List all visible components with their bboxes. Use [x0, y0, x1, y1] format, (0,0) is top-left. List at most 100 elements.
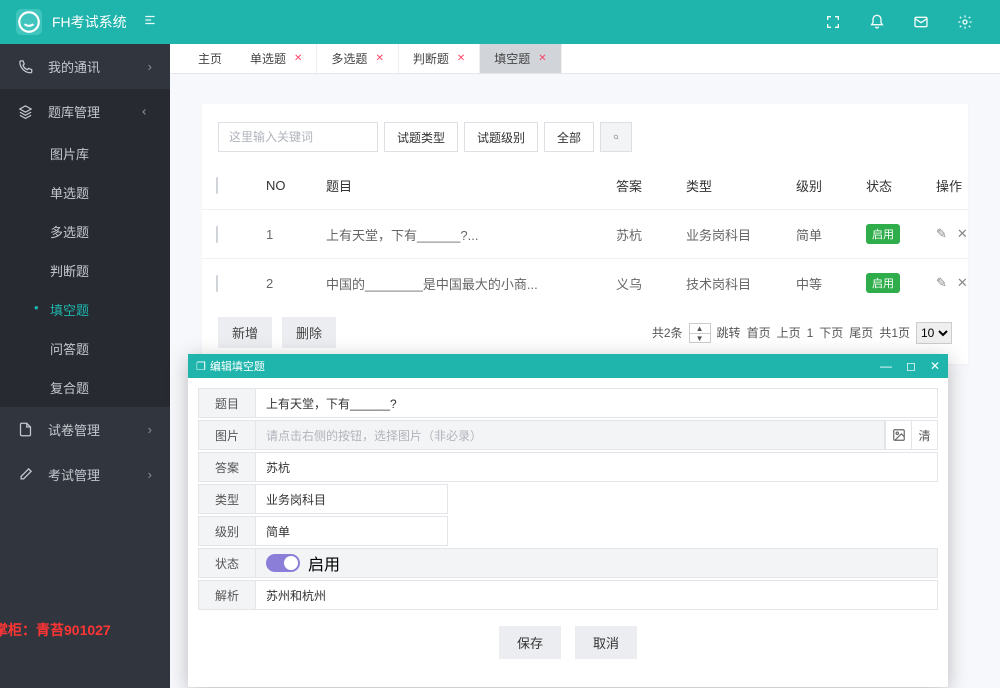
file-icon: [18, 422, 36, 437]
tab-home[interactable]: 主页: [184, 44, 236, 73]
col-level: 级别: [796, 176, 866, 195]
clear-image-button[interactable]: 清: [911, 421, 937, 449]
edit-icon[interactable]: ✎: [936, 226, 947, 242]
sidebar-item-label: 我的通讯: [48, 57, 100, 76]
cell-answer: 义乌: [616, 274, 686, 293]
field-answer[interactable]: 苏杭: [256, 452, 938, 482]
table-row: 1 上有天堂，下有______?... 苏杭 业务岗科目 简单 启用 ✎✕: [202, 209, 968, 258]
close-icon[interactable]: ✕: [375, 53, 383, 64]
modal-body: 题目 上有天堂，下有______? 图片 请点击右侧的按钮，选择图片（非必录） …: [188, 378, 948, 687]
sidebar-item-contacts[interactable]: 我的通讯 ›: [0, 44, 170, 89]
cell-no: 2: [266, 276, 326, 291]
edit-modal: ❐ 编辑填空题 — ◻ ✕ 题目 上有天堂，下有______? 图片 请点击右侧…: [188, 354, 948, 687]
layers-icon: [18, 104, 36, 119]
fullscreen-icon[interactable]: [824, 13, 842, 31]
select-all-checkbox[interactable]: [216, 177, 218, 194]
col-type: 类型: [686, 176, 796, 195]
field-title[interactable]: 上有天堂，下有______?: [256, 388, 938, 418]
delete-icon[interactable]: ✕: [957, 226, 968, 242]
sidebar-sub-single-choice[interactable]: 单选题: [0, 173, 170, 212]
cancel-button[interactable]: 取消: [575, 626, 637, 659]
cell-level: 中等: [796, 274, 866, 293]
tab-label: 填空题: [494, 50, 530, 67]
cell-type: 业务岗科目: [686, 225, 796, 244]
pager-jump[interactable]: 跳转: [717, 324, 741, 341]
search-button[interactable]: [600, 122, 632, 152]
modal-title-text: 编辑填空题: [210, 358, 265, 374]
maximize-icon[interactable]: ◻: [906, 359, 916, 373]
tab-label: 判断题: [413, 50, 449, 67]
chevron-right-icon: ›: [148, 59, 152, 74]
page-size-select[interactable]: 10: [916, 322, 952, 344]
close-icon[interactable]: ✕: [294, 53, 302, 64]
tab-single-choice[interactable]: 单选题✕: [236, 44, 317, 73]
save-button[interactable]: 保存: [499, 626, 561, 659]
minimize-icon[interactable]: —: [880, 359, 892, 373]
status-text: 启用: [308, 551, 340, 575]
sidebar-sub-judge[interactable]: 判断题: [0, 251, 170, 290]
tab-fill-blank[interactable]: 填空题 ✕: [480, 44, 561, 73]
image-icon: [892, 428, 906, 442]
cell-type: 技术岗科目: [686, 274, 796, 293]
row-checkbox[interactable]: [216, 226, 218, 243]
tab-multi-choice[interactable]: 多选题✕: [317, 44, 398, 73]
delete-icon[interactable]: ✕: [957, 275, 968, 291]
pager-total: 共2条: [652, 324, 683, 341]
sidebar-sub-fill-blank[interactable]: 填空题: [0, 290, 170, 329]
pager-last[interactable]: 尾页: [849, 324, 873, 341]
topbar-right: [824, 13, 1000, 31]
edit-icon[interactable]: ✎: [936, 275, 947, 291]
pager-pages: 共1页: [879, 324, 910, 341]
gear-icon[interactable]: [956, 13, 974, 31]
close-icon[interactable]: ✕: [538, 53, 546, 64]
filter-row: 试题类型 试题级别 全部: [202, 104, 968, 162]
col-answer: 答案: [616, 176, 686, 195]
select-image-button[interactable]: [885, 421, 911, 449]
status-toggle[interactable]: [266, 554, 300, 572]
sidebar-sub-qa[interactable]: 问答题: [0, 329, 170, 368]
add-button[interactable]: 新增: [218, 317, 272, 348]
cell-title: 中国的________是中国最大的小商...: [326, 274, 616, 293]
page-spinner[interactable]: ▲▼: [689, 323, 711, 343]
all-button[interactable]: 全部: [544, 122, 594, 152]
question-level-button[interactable]: 试题级别: [464, 122, 538, 152]
sidebar: 我的通讯 › 题库管理 ⌄ 图片库 单选题 多选题 判断题 填空题 问答题 复合…: [0, 44, 170, 688]
bell-icon[interactable]: [868, 13, 886, 31]
menu-toggle-icon[interactable]: [143, 13, 157, 32]
sidebar-sublist: 图片库 单选题 多选题 判断题 填空题 问答题 复合题: [0, 134, 170, 407]
sidebar-sub-composite[interactable]: 复合题: [0, 368, 170, 407]
close-icon[interactable]: ✕: [930, 359, 940, 373]
sidebar-sub-multi-choice[interactable]: 多选题: [0, 212, 170, 251]
modal-footer: 保存 取消: [198, 612, 938, 677]
field-analysis[interactable]: 苏州和杭州: [256, 580, 938, 610]
row-checkbox[interactable]: [216, 275, 218, 292]
field-status: 启用: [256, 548, 938, 578]
sidebar-sub-image-lib[interactable]: 图片库: [0, 134, 170, 173]
label-title: 题目: [198, 388, 256, 418]
col-no: NO: [266, 178, 326, 193]
status-badge: 启用: [866, 273, 900, 293]
field-level[interactable]: 简单: [256, 516, 448, 546]
sidebar-item-exam-mgmt[interactable]: 考试管理 ›: [0, 452, 170, 497]
pager-next[interactable]: 下页: [819, 324, 843, 341]
pager-prev[interactable]: 上页: [777, 324, 801, 341]
question-table: NO 题目 答案 类型 级别 状态 操作 1 上有天堂，下有______?...…: [202, 162, 968, 307]
spin-up-icon[interactable]: ▲: [690, 324, 710, 334]
close-icon[interactable]: ✕: [457, 53, 465, 64]
keyword-input[interactable]: [218, 122, 378, 152]
delete-button[interactable]: 删除: [282, 317, 336, 348]
tab-judge[interactable]: 判断题 ✕: [399, 44, 480, 73]
sidebar-item-question-bank[interactable]: 题库管理 ⌄: [0, 89, 170, 134]
field-image[interactable]: 请点击右侧的按钮，选择图片（非必录）: [256, 420, 885, 450]
logo-icon: [16, 9, 42, 35]
mail-icon[interactable]: [912, 13, 930, 31]
field-type[interactable]: 业务岗科目: [256, 484, 448, 514]
pager-first[interactable]: 首页: [747, 324, 771, 341]
search-icon: [613, 131, 619, 143]
modal-titlebar[interactable]: ❐ 编辑填空题 — ◻ ✕: [188, 354, 948, 378]
spin-down-icon[interactable]: ▼: [690, 334, 710, 343]
row-ops: ✎✕: [936, 226, 1000, 242]
sidebar-item-paper-mgmt[interactable]: 试卷管理 ›: [0, 407, 170, 452]
question-type-button[interactable]: 试题类型: [384, 122, 458, 152]
watermark: 掌柜：青苔901027: [0, 620, 111, 640]
